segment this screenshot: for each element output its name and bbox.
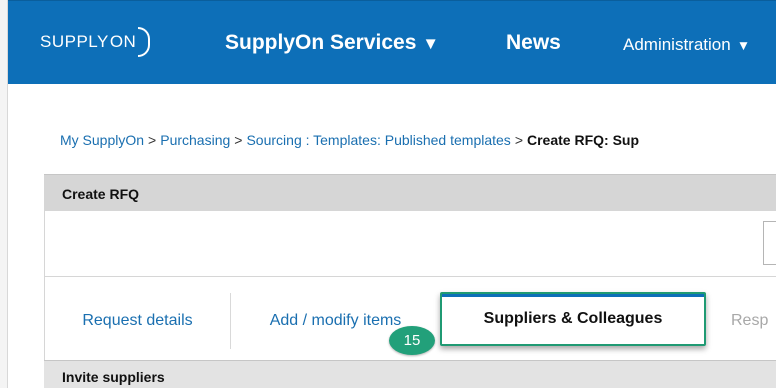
step-number-badge: 15 xyxy=(389,326,435,355)
nav-supplyon-services-label: SupplyOn Services xyxy=(225,31,417,54)
breadcrumb-current-page: Create RFQ: Sup xyxy=(527,132,640,148)
nav-administration-label: Administration xyxy=(623,35,731,54)
breadcrumb-separator: > xyxy=(514,132,523,148)
tab-suppliers-colleagues-label: Suppliers & Colleagues xyxy=(483,310,663,327)
logo-text-suffix: ON xyxy=(109,32,137,51)
breadcrumb-separator: > xyxy=(148,132,157,148)
nav-administration[interactable]: Administration ▼ xyxy=(623,35,750,55)
caret-down-icon: ▼ xyxy=(422,34,440,53)
panel-title: Create RFQ xyxy=(62,186,140,202)
breadcrumb-separator: > xyxy=(234,132,243,148)
panel-action-button[interactable] xyxy=(763,221,776,265)
section-title: Invite suppliers xyxy=(62,369,165,385)
logo-arc-icon xyxy=(138,27,151,57)
breadcrumb-sourcing-templates[interactable]: Sourcing : Templates: Published template… xyxy=(246,132,510,148)
supplyon-logo[interactable]: SUPPLY ON xyxy=(40,25,151,59)
nav-supplyon-services[interactable]: SupplyOn Services ▼ xyxy=(225,31,439,55)
left-gutter xyxy=(0,0,8,388)
caret-down-icon: ▼ xyxy=(736,38,751,53)
active-tab-indicator xyxy=(442,294,704,297)
top-navigation-bar: SUPPLY ON SupplyOn Services ▼ News Adminis… xyxy=(8,0,776,84)
breadcrumb-purchasing[interactable]: Purchasing xyxy=(160,132,230,148)
create-rfq-panel-body xyxy=(44,211,776,277)
nav-news[interactable]: News xyxy=(506,31,561,55)
tab-suppliers-colleagues[interactable]: Suppliers & Colleagues xyxy=(440,292,706,346)
invite-suppliers-section-header: Invite suppliers xyxy=(44,360,776,388)
tab-responses: Resp xyxy=(731,312,769,329)
breadcrumb: My SupplyOn > Purchasing > Sourcing : Templa… xyxy=(60,132,639,148)
logo-text-prefix: SUPPLY xyxy=(40,32,109,51)
create-rfq-panel-header: Create RFQ xyxy=(44,174,776,211)
breadcrumb-my-supplyon[interactable]: My SupplyOn xyxy=(60,132,144,148)
tab-request-details[interactable]: Request details xyxy=(45,293,231,349)
page: SUPPLY ON SupplyOn Services ▼ News Adminis… xyxy=(0,0,776,388)
